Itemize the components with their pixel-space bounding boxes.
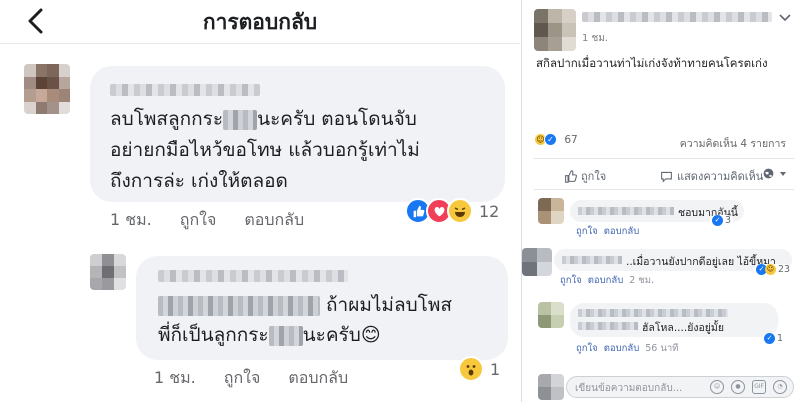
input-tools: ☺ ● GIF ◔ bbox=[710, 380, 787, 394]
comment-time[interactable]: 1 ชม. bbox=[110, 210, 152, 229]
thumbs-up-icon bbox=[565, 169, 577, 183]
wow-reaction-icon bbox=[458, 356, 484, 382]
post-actions: ถูกใจ แสดงความคิดเห็น bbox=[534, 158, 794, 190]
gif-icon[interactable]: GIF bbox=[752, 380, 766, 394]
comment-meta: 1 ชม. ถูกใจ ตอบกลับ bbox=[154, 366, 348, 391]
avatar[interactable] bbox=[24, 64, 70, 114]
comment-meta: ถูกใจ ตอบกลับ 2 ชม. bbox=[560, 273, 654, 288]
post-time[interactable]: 1 ชม. bbox=[582, 31, 608, 46]
reply-link[interactable]: ตอบกลับ bbox=[244, 210, 304, 229]
like-reaction-icon: ✓ bbox=[712, 215, 723, 226]
redacted-word bbox=[268, 325, 303, 346]
comment-bubble: ถ้าผมไม่ลบโพส พี่ก็เป็นลูกกระ นะครับ😊 bbox=[136, 256, 508, 360]
replies-panel: การตอบกลับ ลบโพสลูกกระ นะครับ ตอนโดนจับ อ… bbox=[0, 0, 520, 402]
like-link[interactable]: ถูกใจ bbox=[180, 210, 217, 229]
comment-time[interactable]: 1 ชม. bbox=[154, 368, 196, 387]
comment-bubble-icon bbox=[661, 171, 672, 183]
haha-reaction-icon bbox=[447, 198, 473, 224]
reply-link[interactable]: ตอบกลับ bbox=[288, 368, 348, 387]
comment-time[interactable]: 56 นาที bbox=[645, 343, 678, 354]
reply-placeholder: เขียนข้อความตอบกลับ... bbox=[575, 383, 683, 394]
comment-button[interactable]: แสดงความคิดเห็น bbox=[660, 167, 763, 185]
like-link[interactable]: ถูกใจ bbox=[576, 343, 598, 354]
avatar[interactable] bbox=[534, 9, 576, 51]
comment-text: ถ้าผมไม่ลบโพส bbox=[158, 290, 452, 321]
comment-text: ฮัลโหล....ยังอยู่มั้ย bbox=[642, 322, 725, 334]
comment-text-line: ถึงการล่ะ เก่งให้ตลอด bbox=[110, 170, 288, 192]
camera-icon[interactable]: ● bbox=[731, 380, 745, 394]
audience-selector[interactable] bbox=[762, 167, 791, 180]
reaction-count[interactable]: 67 bbox=[564, 134, 577, 146]
redacted-name[interactable] bbox=[110, 84, 260, 96]
comment-reactions[interactable]: ✓ 1 bbox=[762, 333, 786, 344]
comment-count[interactable]: ความคิดเห็น 4 รายการ bbox=[680, 135, 786, 152]
like-reaction-icon: ✓ bbox=[764, 333, 775, 344]
comment-reactions[interactable]: ✓ 3 bbox=[710, 215, 734, 226]
post-stats: ☺ ✓ 67 ความคิดเห็น 4 รายการ bbox=[534, 133, 792, 153]
comment-bubble: ฮัลโหล....ยังอยู่มั้ย bbox=[570, 303, 778, 337]
haha-reaction-icon: ☺ bbox=[765, 264, 776, 275]
comment-time[interactable]: 2 ชม. bbox=[629, 275, 654, 286]
sticker-icon[interactable]: ◔ bbox=[773, 380, 787, 394]
redacted-name[interactable] bbox=[562, 256, 622, 264]
like-button[interactable]: ถูกใจ bbox=[564, 167, 606, 185]
like-link[interactable]: ถูกใจ bbox=[576, 226, 598, 237]
comment-text: ลบโพสลูกกระ นะครับ ตอนโดนจับ bbox=[110, 108, 417, 130]
avatar[interactable] bbox=[90, 254, 126, 290]
reaction-icons[interactable]: ☺ ✓ bbox=[534, 133, 557, 146]
reaction-summary[interactable]: 12 bbox=[405, 198, 499, 224]
like-reaction-icon: ✓ bbox=[544, 133, 557, 146]
comment-text: พี่ก็เป็นลูกกระ นะครับ😊 bbox=[158, 324, 381, 346]
reply-link[interactable]: ตอบกลับ bbox=[604, 343, 640, 354]
page-title: การตอบกลับ bbox=[202, 10, 318, 34]
avatar[interactable] bbox=[538, 198, 564, 224]
reply-link[interactable]: ตอบกลับ bbox=[588, 275, 624, 286]
emoji-icon[interactable]: ☺ bbox=[710, 380, 724, 394]
replies-header: การตอบกลับ bbox=[0, 0, 520, 44]
avatar[interactable] bbox=[538, 302, 564, 328]
comment-meta: ถูกใจ ตอบกลับ bbox=[576, 224, 645, 239]
globe-icon bbox=[763, 168, 774, 179]
comment-text-line: อย่ายกมือไหว้ขอโทษ แล้วบอกรู้เท่าไม่ bbox=[110, 139, 420, 161]
reaction-count: 12 bbox=[479, 201, 500, 221]
redacted-text bbox=[158, 295, 320, 316]
redacted-text bbox=[578, 322, 638, 330]
smile-emoji: 😊 bbox=[360, 324, 381, 346]
reaction-count: 1 bbox=[490, 359, 501, 379]
redacted-name[interactable] bbox=[578, 207, 674, 215]
comment-bubble: ลบโพสลูกกระ นะครับ ตอนโดนจับ อย่ายกมือไหว… bbox=[90, 66, 505, 202]
chevron-down-icon bbox=[780, 171, 786, 176]
reply-input[interactable]: เขียนข้อความตอบกลับ... ☺ ● GIF ◔ bbox=[566, 376, 794, 398]
screenshot-composite: การตอบกลับ ลบโพสลูกกระ นะครับ ตอนโดนจับ อ… bbox=[0, 0, 800, 402]
post-panel: 1 ชม. สกิลปากเมื่อวานท่าไม่เก่งจังท้าทาย… bbox=[521, 0, 800, 402]
redacted-word bbox=[223, 109, 258, 130]
chevron-down-icon[interactable] bbox=[779, 13, 791, 23]
comment-meta: 1 ชม. ถูกใจ ตอบกลับ bbox=[110, 208, 304, 233]
avatar[interactable] bbox=[522, 248, 552, 276]
redacted-name[interactable] bbox=[582, 12, 772, 22]
avatar[interactable] bbox=[538, 374, 564, 400]
reaction-summary[interactable]: 1 bbox=[458, 356, 500, 382]
like-link[interactable]: ถูกใจ bbox=[224, 368, 261, 387]
comment-reactions[interactable]: ✓ ☺ 23 bbox=[754, 264, 793, 275]
comment-meta: ถูกใจ ตอบกลับ 56 นาที bbox=[576, 341, 678, 356]
redacted-name[interactable] bbox=[158, 270, 348, 282]
post-text: สกิลปากเมื่อวานท่าไม่เก่งจังท้าทายคนโครต… bbox=[536, 56, 768, 70]
reply-link[interactable]: ตอบกลับ bbox=[604, 226, 640, 237]
like-link[interactable]: ถูกใจ bbox=[560, 275, 582, 286]
redacted-name[interactable] bbox=[578, 309, 728, 317]
